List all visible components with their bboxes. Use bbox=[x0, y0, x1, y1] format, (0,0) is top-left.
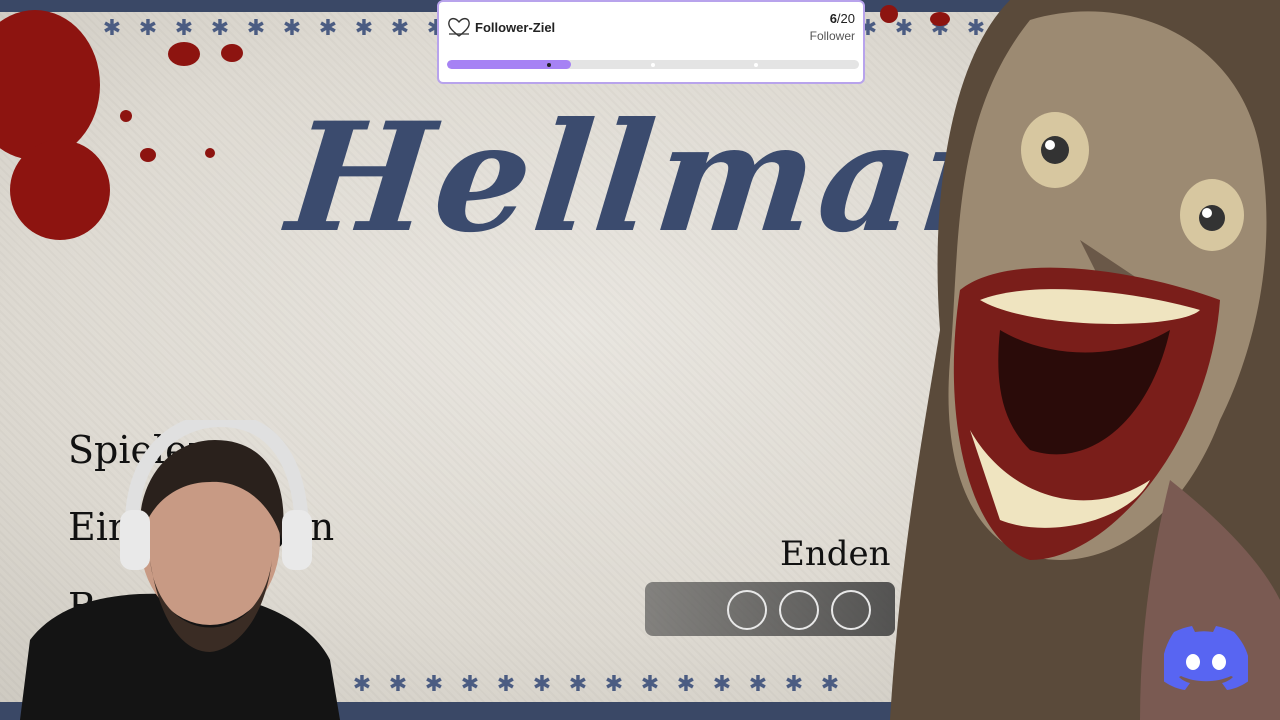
blood-splatter bbox=[10, 140, 110, 240]
asterisk-icon: ✱ bbox=[138, 16, 158, 41]
monster-illustration bbox=[890, 0, 1280, 720]
asterisk-icon: ✱ bbox=[784, 672, 804, 697]
asterisk-icon: ✱ bbox=[604, 672, 624, 697]
asterisk-icon: ✱ bbox=[388, 672, 408, 697]
asterisk-icon: ✱ bbox=[640, 672, 660, 697]
follower-goal-progress-fill bbox=[447, 60, 571, 69]
asterisk-icon: ✱ bbox=[496, 672, 516, 697]
asterisk-icon: ✱ bbox=[712, 672, 732, 697]
ending-slot bbox=[779, 590, 819, 630]
asterisk-icon: ✱ bbox=[460, 672, 480, 697]
asterisk-icon: ✱ bbox=[210, 16, 230, 41]
asterisk-icon: ✱ bbox=[390, 16, 410, 41]
asterisk-icon: ✱ bbox=[532, 672, 552, 697]
blood-splatter bbox=[140, 148, 156, 162]
progress-marker bbox=[651, 63, 655, 67]
blood-splatter bbox=[120, 110, 132, 122]
progress-marker bbox=[547, 63, 551, 67]
follower-goal-unit: Follower bbox=[809, 29, 855, 43]
follower-target: /20 bbox=[836, 11, 855, 26]
asterisk-icon: ✱ bbox=[246, 16, 266, 41]
asterisk-icon: ✱ bbox=[354, 16, 374, 41]
blood-splatter bbox=[205, 148, 215, 158]
heart-outline-icon bbox=[448, 17, 470, 37]
blood-splatter bbox=[168, 42, 200, 66]
bottom-ornament-row: ✱ ✱ ✱ ✱ ✱ ✱ ✱ ✱ ✱ ✱ ✱ ✱ ✱ ✱ bbox=[350, 672, 870, 697]
follower-goal-count: 6/20 bbox=[830, 11, 855, 26]
asterisk-icon: ✱ bbox=[748, 672, 768, 697]
asterisk-icon: ✱ bbox=[318, 16, 338, 41]
follower-goal-title: Follower-Ziel bbox=[475, 20, 556, 35]
ending-slot bbox=[727, 590, 767, 630]
ending-slot bbox=[831, 590, 871, 630]
asterisk-icon: ✱ bbox=[282, 16, 302, 41]
follower-goal-widget: Follower-Ziel 6/20 Follower bbox=[437, 0, 865, 84]
endings-label: Enden bbox=[780, 534, 891, 574]
asterisk-icon: ✱ bbox=[424, 672, 444, 697]
asterisk-icon: ✱ bbox=[352, 672, 372, 697]
webcam-overlay bbox=[20, 420, 340, 720]
asterisk-icon: ✱ bbox=[174, 16, 194, 41]
asterisk-icon: ✱ bbox=[820, 672, 840, 697]
asterisk-icon: ✱ bbox=[102, 16, 122, 41]
follower-current: 6 bbox=[829, 11, 837, 26]
blood-splatter bbox=[221, 44, 243, 62]
asterisk-icon: ✱ bbox=[568, 672, 588, 697]
discord-icon bbox=[1164, 626, 1248, 690]
asterisk-icon: ✱ bbox=[676, 672, 696, 697]
progress-marker bbox=[754, 63, 758, 67]
